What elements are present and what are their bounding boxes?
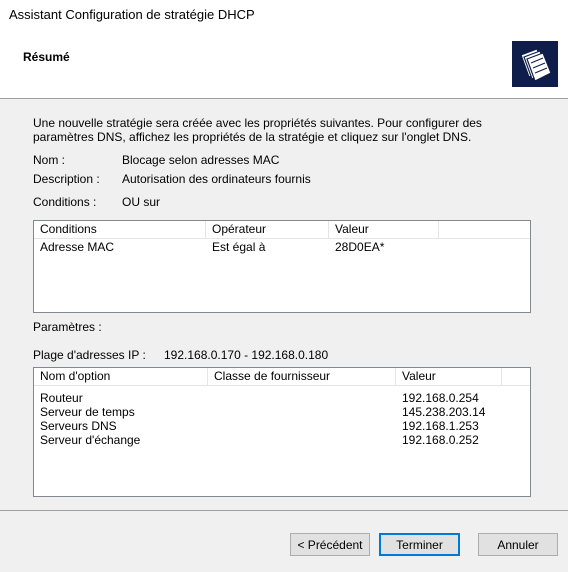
option-name-cell: Routeur (40, 391, 83, 405)
column-header-vendor-class[interactable]: Classe de fournisseur (208, 368, 396, 385)
column-header-option-name[interactable]: Nom d'option (34, 368, 208, 385)
wizard-folder-icon (512, 41, 558, 87)
table-row[interactable]: Adresse MAC Est égal à 28D0EA* (34, 240, 530, 254)
table-row[interactable]: Serveur de temps 145.238.203.14 (34, 405, 530, 419)
back-button[interactable]: < Précédent (290, 533, 370, 556)
option-value-cell: 192.168.0.254 (402, 391, 479, 405)
table-row[interactable]: Routeur 192.168.0.254 (34, 391, 530, 405)
options-listview[interactable]: Nom d'option Classe de fournisseur Valeu… (33, 367, 531, 497)
parameters-label: Paramètres : (33, 320, 102, 334)
title-bar: Assistant Configuration de stratégie DHC… (0, 0, 568, 30)
column-header-conditions[interactable]: Conditions (34, 221, 206, 238)
intro-text-line1: Une nouvelle stratégie sera créée avec l… (33, 116, 482, 130)
cancel-button[interactable]: Annuler (478, 533, 558, 556)
wizard-header: Résumé (0, 30, 568, 99)
name-value: Blocage selon adresses MAC (122, 153, 280, 167)
intro-text-line2: paramètres DNS, affichez les propriétés … (33, 130, 472, 144)
wizard-body: Une nouvelle stratégie sera créée avec l… (0, 99, 568, 509)
option-value-cell: 192.168.1.253 (402, 419, 479, 433)
description-value: Autorisation des ordinateurs fournis (122, 172, 311, 186)
description-label: Description : (33, 172, 100, 186)
window-title: Assistant Configuration de stratégie DHC… (9, 7, 255, 22)
option-value-cell: 192.168.0.252 (402, 433, 479, 447)
value-cell: 28D0EA* (335, 240, 385, 254)
option-value-cell: 145.238.203.14 (402, 405, 486, 419)
page-title: Résumé (23, 50, 70, 64)
table-row[interactable]: Serveur d'échange 192.168.0.252 (34, 433, 530, 447)
option-name-cell: Serveur d'échange (40, 433, 141, 447)
column-header-operator[interactable]: Opérateur (206, 221, 329, 238)
option-name-cell: Serveurs DNS (40, 419, 117, 433)
button-bar: < Précédent Terminer Annuler (0, 510, 568, 572)
ip-range-label: Plage d'adresses IP : (33, 348, 146, 362)
option-name-cell: Serveur de temps (40, 405, 135, 419)
conditions-value: OU sur (122, 195, 161, 209)
conditions-header: Conditions Opérateur Valeur (34, 221, 530, 239)
table-row[interactable]: Serveurs DNS 192.168.1.253 (34, 419, 530, 433)
operator-cell: Est égal à (212, 240, 266, 254)
name-label: Nom : (33, 153, 66, 167)
column-header-option-value[interactable]: Valeur (396, 368, 502, 385)
conditions-listview[interactable]: Conditions Opérateur Valeur Adresse MAC … (33, 220, 531, 313)
condition-cell: Adresse MAC (40, 240, 115, 254)
ip-range-value: 192.168.0.170 - 192.168.0.180 (164, 348, 329, 362)
column-header-value[interactable]: Valeur (329, 221, 439, 238)
options-header: Nom d'option Classe de fournisseur Valeu… (34, 368, 530, 386)
finish-button[interactable]: Terminer (379, 533, 460, 556)
conditions-label: Conditions : (33, 195, 97, 209)
